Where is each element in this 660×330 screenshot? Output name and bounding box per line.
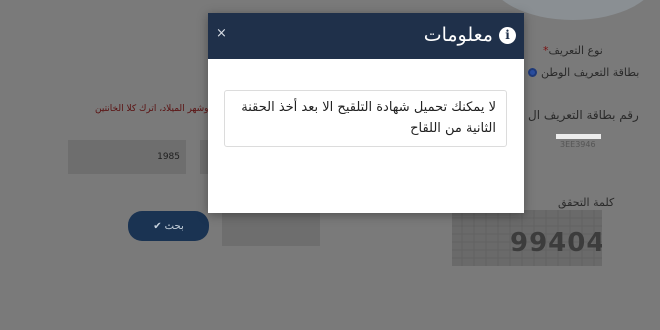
check-icon: ✔ [153,220,162,232]
secondary-field[interactable] [222,212,320,246]
search-button-label: بحث [164,220,184,232]
info-icon: i [499,26,516,44]
modal-title: معلومات [423,24,493,46]
id-number-label: رقم بطاقة التعريف ال [528,108,639,122]
info-modal: × i معلومات لا يمكنك تحميل شهادة التلقيح… [208,13,524,213]
modal-header: × i معلومات [208,13,524,59]
modal-title-group: i معلومات [424,22,516,48]
id-number-value: 3EE3946 [560,140,596,149]
national-id-radio-option[interactable]: بطاقة التعريف الوطن [528,66,639,79]
search-button[interactable]: بحث ✔ [128,211,209,241]
captcha-label: كلمة التحقق [558,196,615,209]
birth-year-field[interactable]: 1985 [68,140,186,174]
captcha-code: 99404 [510,228,602,258]
national-id-option-label: بطاقة التعريف الوطن [541,66,640,79]
captcha-image: 99404 [452,210,602,266]
id-number-field[interactable] [556,134,601,139]
modal-message: لا يمكنك تحميل شهادة التلقيح الا بعد أخذ… [224,90,507,147]
identification-type-label: نوع التعريف* [543,44,603,57]
birth-year-value: 1985 [157,152,180,162]
close-icon[interactable]: × [216,27,227,41]
radio-icon[interactable] [528,68,537,77]
